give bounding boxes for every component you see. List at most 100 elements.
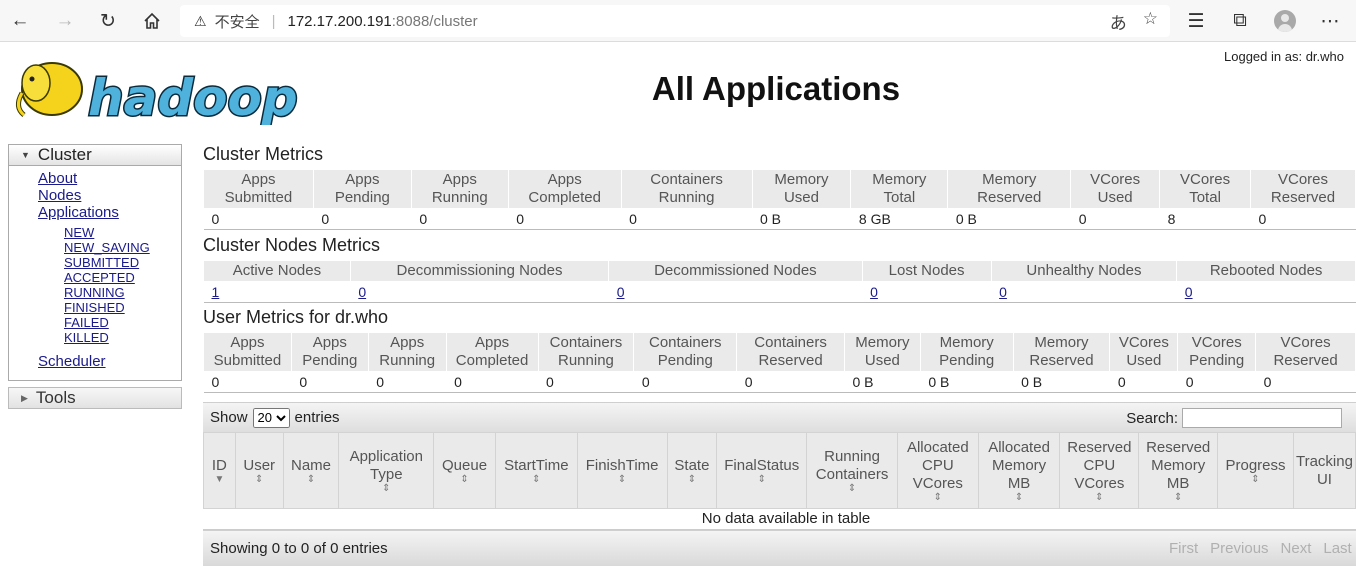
col-queue[interactable]: Queue ⇕ [433, 432, 496, 509]
sidebar-link-submitted[interactable]: SUBMITTED [64, 255, 181, 270]
th-vcores-total: VCores Total [1159, 169, 1252, 209]
entries-label: entries [294, 409, 340, 426]
sidebar-cluster-header[interactable]: ▼ Cluster [9, 145, 181, 166]
th-user-vcores-pending: VCores Pending [1177, 332, 1257, 372]
table-length-bar: Show 20 entries Search: [203, 402, 1356, 432]
sidebar-link-new-saving[interactable]: NEW_SAVING [64, 240, 181, 255]
sidebar-link-nodes[interactable]: Nodes [38, 187, 181, 204]
metric-value: 0 [633, 371, 737, 393]
col-name[interactable]: Name ⇕ [282, 432, 340, 509]
metric-value: 0 [508, 208, 622, 230]
back-icon[interactable]: ← [6, 7, 34, 35]
entries-select[interactable]: 20 [252, 407, 290, 428]
sidebar-link-running[interactable]: RUNNING [64, 285, 181, 300]
th-user-vcores-used: VCores Used [1109, 332, 1179, 372]
col-finalstatus[interactable]: FinalStatus ⇕ [716, 432, 808, 509]
col-user[interactable]: User ⇕ [234, 432, 284, 509]
nodes-rebooted-link[interactable]: 0 [1185, 284, 1193, 300]
sidebar-link-killed[interactable]: KILLED [64, 330, 181, 345]
favorite-star-icon[interactable]: ☆ [1143, 9, 1158, 34]
nodes-metrics-value-row: 1 0 0 0 0 0 [203, 281, 1356, 303]
th-vcores-used: VCores Used [1070, 169, 1161, 209]
th-containers-running: Containers Running [620, 169, 753, 209]
nodes-metrics-header-row: Active Nodes Decommissioning Nodes Decom… [203, 260, 1356, 282]
sidebar-link-accepted[interactable]: ACCEPTED [64, 270, 181, 285]
home-icon[interactable] [138, 7, 166, 35]
sidebar-link-about[interactable]: About [38, 170, 181, 187]
sidebar-tools-header[interactable]: ▶ Tools [8, 387, 182, 409]
user-metrics-header-row: Apps Submitted Apps Pending Apps Running Ap… [203, 332, 1356, 372]
th-user-apps-submitted: Apps Submitted [203, 332, 292, 372]
pager-first[interactable]: First [1163, 540, 1204, 557]
reload-icon[interactable]: ↻ [94, 7, 122, 35]
search-input[interactable] [1182, 408, 1342, 428]
more-menu-icon[interactable]: ⋯ [1316, 7, 1344, 35]
address-bar[interactable]: ⚠ 不安全 | 172.17.200.191:8088/cluster あ ☆ [180, 5, 1170, 37]
metric-value: 0 [621, 208, 752, 230]
warning-icon: ⚠ [194, 12, 207, 29]
col-reserved-memory-mb[interactable]: Reserved Memory MB ⇕ [1138, 432, 1219, 509]
pager-last[interactable]: Last [1317, 540, 1356, 557]
nodes-decommissioning-link[interactable]: 0 [358, 284, 366, 300]
nodes-active-link[interactable]: 1 [212, 284, 220, 300]
insecure-label: 不安全 [214, 13, 260, 31]
col-allocated-cpu-vcores[interactable]: Allocated CPU VCores ⇕ [896, 432, 979, 509]
th-apps-pending: Apps Pending [312, 169, 412, 209]
nodes-decommissioned-link[interactable]: 0 [617, 284, 625, 300]
sidebar-link-new[interactable]: NEW [64, 225, 181, 240]
sidebar-tools-label: Tools [35, 388, 76, 407]
col-progress[interactable]: Progress ⇕ [1217, 432, 1294, 509]
th-vcores-reserved: VCores Reserved [1250, 169, 1356, 209]
col-reserved-cpu-vcores[interactable]: Reserved CPU VCores ⇕ [1059, 432, 1140, 509]
th-memory-reserved: Memory Reserved [947, 169, 1072, 209]
profile-avatar[interactable] [1274, 10, 1296, 32]
col-starttime[interactable]: StartTime ⇕ [494, 432, 578, 509]
cluster-metrics-value-row: 0 0 0 0 0 0 B 8 GB 0 B 0 8 0 [203, 208, 1356, 230]
metric-value: 0 [313, 208, 412, 230]
th-user-memory-used: Memory Used [843, 332, 921, 372]
th-rebooted-nodes: Rebooted Nodes [1176, 260, 1356, 282]
col-application-type[interactable]: Application Type ⇕ [338, 432, 435, 509]
col-finishtime[interactable]: FinishTime ⇕ [576, 432, 668, 509]
th-user-memory-reserved: Memory Reserved [1012, 332, 1111, 372]
metric-value: 0 [736, 371, 845, 393]
sidebar-link-failed[interactable]: FAILED [64, 315, 181, 330]
metric-value: 0 [368, 371, 447, 393]
sort-icon: ⇕ [1014, 491, 1024, 503]
user-metrics-value-row: 0 0 0 0 0 0 0 0 B 0 B 0 B 0 0 0 [203, 371, 1356, 393]
page-content: Logged in as: dr.who hadoop All Applicat… [0, 43, 1356, 584]
nodes-lost-link[interactable]: 0 [870, 284, 878, 300]
sidebar-link-applications[interactable]: Applications [38, 204, 181, 221]
empty-table-message: No data available in table [203, 510, 1356, 530]
sort-icon: ⇕ [847, 482, 857, 494]
user-metrics-title: User Metrics for dr.who [203, 307, 389, 327]
sidebar-link-finished[interactable]: FINISHED [64, 300, 181, 315]
col-allocated-memory-mb[interactable]: Allocated Memory MB ⇕ [977, 432, 1061, 509]
metric-value: 0 [203, 208, 314, 230]
sidebar-link-scheduler[interactable]: Scheduler [38, 353, 181, 370]
col-running-containers[interactable]: Running Containers ⇕ [806, 432, 898, 509]
nodes-metrics-title: Cluster Nodes Metrics [203, 235, 381, 255]
url-path: :8088/cluster [391, 12, 478, 30]
pager-next[interactable]: Next [1275, 540, 1318, 557]
collections-icon[interactable]: ⧉ [1226, 7, 1254, 35]
metric-value: 8 GB [850, 208, 948, 230]
metric-value: 0 [1177, 371, 1256, 393]
col-tracking-ui[interactable]: Tracking UI [1292, 432, 1356, 509]
th-apps-running: Apps Running [410, 169, 509, 209]
sort-icon: ⇕ [532, 473, 541, 485]
nodes-metrics-table: Active Nodes Decommissioning Nodes Decom… [203, 260, 1356, 303]
th-memory-total: Memory Total [850, 169, 949, 209]
col-id[interactable]: ID ▼ [203, 432, 236, 509]
translate-icon[interactable]: あ [1110, 9, 1127, 34]
th-lost-nodes: Lost Nodes [861, 260, 992, 282]
th-decommissioned-nodes: Decommissioned Nodes [608, 260, 863, 282]
show-label: Show [210, 409, 248, 426]
col-state[interactable]: State ⇕ [666, 432, 718, 509]
hadoop-logo: hadoop [16, 62, 299, 125]
nodes-unhealthy-link[interactable]: 0 [999, 284, 1007, 300]
pager-previous[interactable]: Previous [1204, 540, 1274, 557]
forward-icon[interactable]: → [51, 7, 79, 35]
pagination: First Previous Next Last [1163, 540, 1356, 557]
favorites-list-icon[interactable]: ☰ [1182, 7, 1210, 35]
